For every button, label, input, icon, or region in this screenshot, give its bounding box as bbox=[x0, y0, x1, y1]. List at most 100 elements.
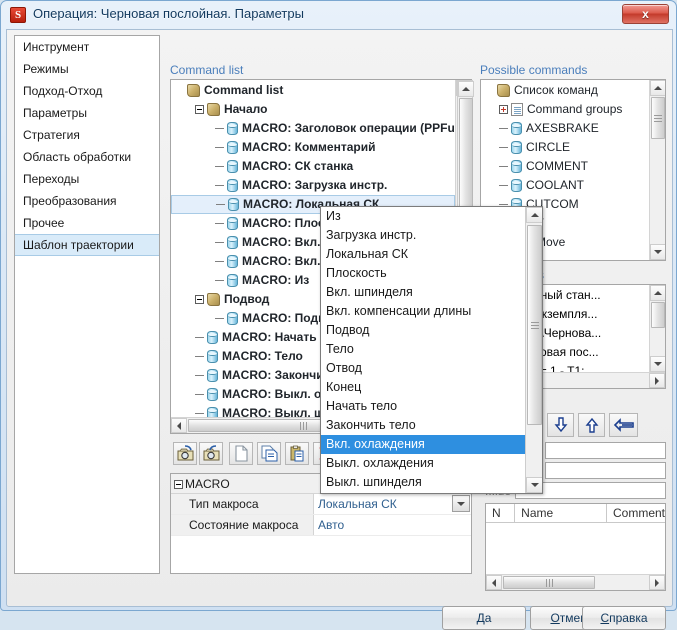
dropdown-item[interactable]: Конец bbox=[321, 378, 525, 397]
cylinder-icon bbox=[511, 122, 522, 135]
align-button[interactable] bbox=[609, 413, 638, 437]
tree-row[interactable]: CIRCLE bbox=[481, 138, 649, 157]
dropdown-item[interactable]: Подвод bbox=[321, 321, 525, 340]
pc-scroll-up-arrow[interactable] bbox=[650, 80, 666, 96]
pm-scroll-right-arrow[interactable] bbox=[649, 373, 665, 388]
paste-button[interactable] bbox=[285, 442, 309, 465]
camera-remove-button[interactable] bbox=[199, 442, 223, 465]
dropdown-item[interactable]: Загрузка инстр. bbox=[321, 226, 525, 245]
value-table-column-header[interactable]: Comment bbox=[607, 504, 665, 522]
pm-scroll-down-arrow[interactable] bbox=[650, 356, 666, 372]
tree-connector-icon bbox=[215, 242, 224, 243]
expand-icon[interactable] bbox=[499, 105, 508, 114]
collapse-icon[interactable] bbox=[195, 295, 204, 304]
sidebar-item-4[interactable]: Стратегия bbox=[15, 124, 159, 146]
pc-scroll-down-arrow[interactable] bbox=[650, 244, 666, 260]
copy-button[interactable] bbox=[257, 442, 281, 465]
chevron-down-icon[interactable] bbox=[452, 495, 470, 512]
sidebar-item-8[interactable]: Прочее bbox=[15, 212, 159, 234]
tree-row-label: COOLANT bbox=[526, 178, 584, 192]
tree-row-label: Command groups bbox=[527, 102, 622, 116]
dd-scroll-thumb[interactable] bbox=[527, 225, 542, 425]
property-row[interactable]: Состояние макросаАвто bbox=[171, 515, 471, 536]
help-button[interactable]: Справка bbox=[582, 606, 666, 630]
tree-row[interactable]: Command groups bbox=[481, 100, 649, 119]
ok-button[interactable]: Да bbox=[442, 606, 526, 630]
sidebar-item-9[interactable]: Шаблон траектории bbox=[15, 234, 159, 256]
tree-row[interactable]: MACRO: Загрузка инстр. bbox=[171, 176, 455, 195]
field-1[interactable] bbox=[545, 442, 666, 459]
tree-row[interactable]: MACRO: Заголовок операции (PPFun T... bbox=[171, 119, 455, 138]
vt-scroll-left-arrow[interactable] bbox=[486, 575, 502, 590]
move-down-button[interactable] bbox=[547, 413, 574, 437]
property-value[interactable]: Локальная СК bbox=[314, 494, 471, 514]
dropdown-item[interactable]: Выкл. компенсации длины bbox=[321, 492, 525, 494]
tree-connector-icon bbox=[499, 147, 508, 148]
dropdown-item[interactable]: Выкл. шпинделя bbox=[321, 473, 525, 492]
property-value[interactable]: Авто bbox=[314, 515, 471, 535]
move-up-button[interactable] bbox=[578, 413, 605, 437]
dropdown-item[interactable]: Вкл. компенсации длины bbox=[321, 302, 525, 321]
dd-scroll-up-arrow[interactable] bbox=[526, 207, 543, 223]
parameters-vscrollbar[interactable] bbox=[649, 285, 665, 372]
dropdown-item[interactable]: Вкл. охлаждения bbox=[321, 435, 525, 454]
sidebar-item-7[interactable]: Преобразования bbox=[15, 190, 159, 212]
property-row[interactable]: Тип макросаЛокальная СК bbox=[171, 494, 471, 515]
title-bar: S Операция: Черновая послойная. Параметр… bbox=[1, 1, 676, 29]
dropdown-vscrollbar[interactable] bbox=[525, 207, 542, 493]
dropdown-item[interactable]: Локальная СК bbox=[321, 245, 525, 264]
sidebar-item-6[interactable]: Переходы bbox=[15, 168, 159, 190]
scroll-left-arrow[interactable] bbox=[171, 418, 187, 433]
cylinder-icon bbox=[227, 274, 238, 287]
pm-scroll-thumb[interactable] bbox=[651, 302, 665, 328]
sidebar-item-label: Стратегия bbox=[23, 128, 80, 142]
sidebar-item-1[interactable]: Режимы bbox=[15, 58, 159, 80]
value-table-hscrollbar[interactable] bbox=[486, 574, 665, 590]
cylinder-icon bbox=[511, 141, 522, 154]
dropdown-item[interactable]: Выкл. охлаждения bbox=[321, 454, 525, 473]
tree-row[interactable]: MACRO: Комментарий bbox=[171, 138, 455, 157]
middle-scroll-up-arrow[interactable] bbox=[458, 81, 474, 97]
tree-row-label: Command list bbox=[204, 83, 283, 97]
tree-row[interactable]: COMMENT bbox=[481, 157, 649, 176]
camera-add-button[interactable] bbox=[173, 442, 197, 465]
collapse-icon[interactable] bbox=[195, 105, 204, 114]
cylinder-icon bbox=[227, 122, 238, 135]
dropdown-item[interactable]: Начать тело bbox=[321, 397, 525, 416]
dropdown-item[interactable]: Плоскость bbox=[321, 264, 525, 283]
tree-row[interactable]: AXESBRAKE bbox=[481, 119, 649, 138]
tree-row[interactable]: Command list bbox=[171, 81, 455, 100]
collapse-icon[interactable] bbox=[174, 480, 183, 489]
value-table-column-header[interactable]: N bbox=[486, 504, 515, 522]
pm-scroll-up-arrow[interactable] bbox=[650, 285, 666, 301]
dropdown-item[interactable]: Вкл. шпинделя bbox=[321, 283, 525, 302]
vt-hscroll-thumb[interactable] bbox=[503, 576, 595, 589]
tree-row[interactable]: MACRO: СК станка bbox=[171, 157, 455, 176]
value-table[interactable]: NNameComment bbox=[485, 503, 666, 591]
tree-row[interactable]: COOLANT bbox=[481, 176, 649, 195]
tree-row-label: MACRO: Загрузка инстр. bbox=[242, 178, 387, 192]
pc-scroll-thumb[interactable] bbox=[651, 97, 665, 139]
tree-row[interactable]: Начало bbox=[171, 100, 455, 119]
tree-connector-icon bbox=[215, 166, 224, 167]
vt-scroll-right-arrow[interactable] bbox=[649, 575, 665, 590]
sidebar-item-0[interactable]: Инструмент bbox=[15, 36, 159, 58]
possible-commands-vscrollbar[interactable] bbox=[649, 80, 665, 260]
window-title: Операция: Черновая послойная. Параметры bbox=[33, 6, 304, 21]
dd-scroll-down-arrow[interactable] bbox=[526, 477, 543, 493]
macro-type-dropdown[interactable]: ИзЗагрузка инстр.Локальная СКПлоскостьВк… bbox=[320, 206, 543, 494]
dropdown-item[interactable]: Из bbox=[321, 207, 525, 226]
new-button[interactable] bbox=[229, 442, 253, 465]
sidebar-item-3[interactable]: Параметры bbox=[15, 102, 159, 124]
field-2[interactable] bbox=[545, 462, 666, 479]
sidebar-item-5[interactable]: Область обработки bbox=[15, 146, 159, 168]
value-table-column-header[interactable]: Name bbox=[515, 504, 607, 522]
dropdown-item[interactable]: Закончить тело bbox=[321, 416, 525, 435]
sidebar-item-2[interactable]: Подход-Отход bbox=[15, 80, 159, 102]
tree-row[interactable]: Список команд bbox=[481, 81, 649, 100]
close-button[interactable]: x bbox=[622, 4, 669, 24]
dropdown-item[interactable]: Тело bbox=[321, 340, 525, 359]
dropdown-item[interactable]: Отвод bbox=[321, 359, 525, 378]
category-list[interactable]: ИнструментРежимыПодход-ОтходПараметры Стр… bbox=[14, 35, 160, 574]
tree-connector-icon bbox=[215, 318, 224, 319]
